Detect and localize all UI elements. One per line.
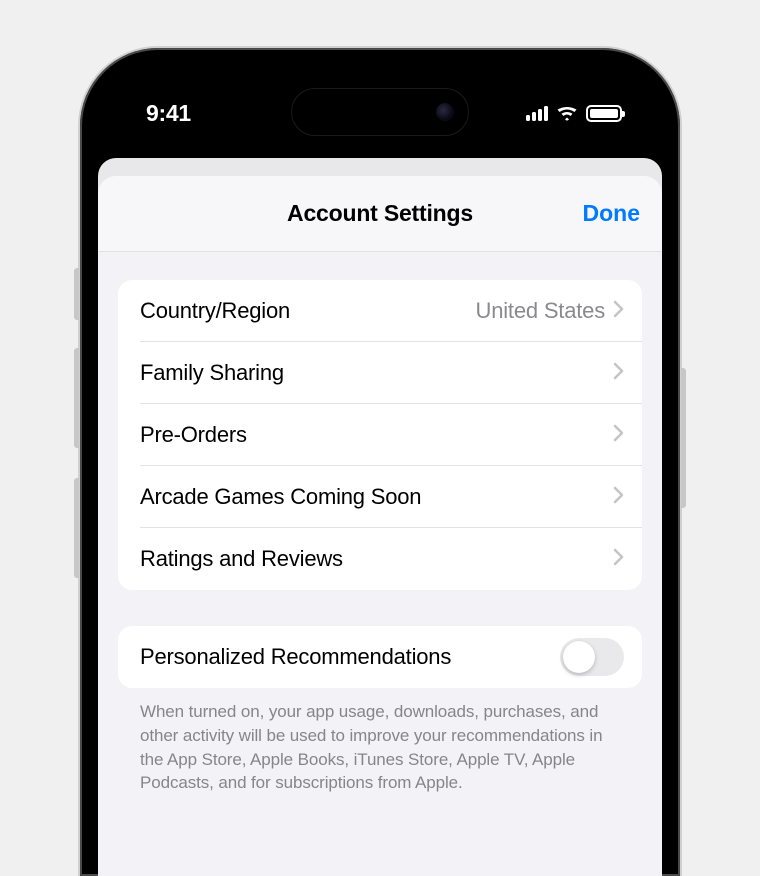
battery-icon xyxy=(586,105,622,122)
footer-description: When turned on, your app usage, download… xyxy=(118,700,642,795)
row-label: Personalized Recommendations xyxy=(140,644,560,670)
status-time: 9:41 xyxy=(146,100,191,127)
family-sharing-row[interactable]: Family Sharing xyxy=(118,342,642,404)
chevron-right-icon xyxy=(613,548,624,571)
personalized-toggle[interactable] xyxy=(560,638,624,676)
row-label: Family Sharing xyxy=(140,360,613,386)
personalized-recommendations-row: Personalized Recommendations xyxy=(118,626,642,688)
status-icons xyxy=(526,105,622,122)
pre-orders-row[interactable]: Pre-Orders xyxy=(118,404,642,466)
ratings-reviews-row[interactable]: Ratings and Reviews xyxy=(118,528,642,590)
settings-group-main: Country/Region United States Family Shar… xyxy=(118,280,642,590)
navigation-bar: Account Settings Done xyxy=(98,176,662,252)
row-label: Arcade Games Coming Soon xyxy=(140,484,613,510)
row-value: United States xyxy=(476,298,605,324)
chevron-right-icon xyxy=(613,424,624,447)
dynamic-island xyxy=(291,88,469,136)
chevron-right-icon xyxy=(613,300,624,323)
content-area: Country/Region United States Family Shar… xyxy=(98,252,662,795)
settings-group-personalized: Personalized Recommendations xyxy=(118,626,642,688)
done-button[interactable]: Done xyxy=(583,200,641,227)
country-region-row[interactable]: Country/Region United States xyxy=(118,280,642,342)
row-label: Ratings and Reviews xyxy=(140,546,613,572)
phone-frame: 9:41 Accou xyxy=(80,48,680,876)
row-label: Pre-Orders xyxy=(140,422,613,448)
cellular-icon xyxy=(526,105,548,121)
chevron-right-icon xyxy=(613,362,624,385)
toggle-knob xyxy=(563,641,595,673)
chevron-right-icon xyxy=(613,486,624,509)
wifi-icon xyxy=(556,105,578,121)
page-title: Account Settings xyxy=(287,200,473,227)
arcade-coming-soon-row[interactable]: Arcade Games Coming Soon xyxy=(118,466,642,528)
status-bar: 9:41 xyxy=(98,66,662,146)
side-button xyxy=(681,368,686,508)
settings-sheet: Account Settings Done Country/Region Uni… xyxy=(98,176,662,876)
volume-button xyxy=(74,478,79,578)
screen: 9:41 Accou xyxy=(98,66,662,876)
row-label: Country/Region xyxy=(140,298,476,324)
